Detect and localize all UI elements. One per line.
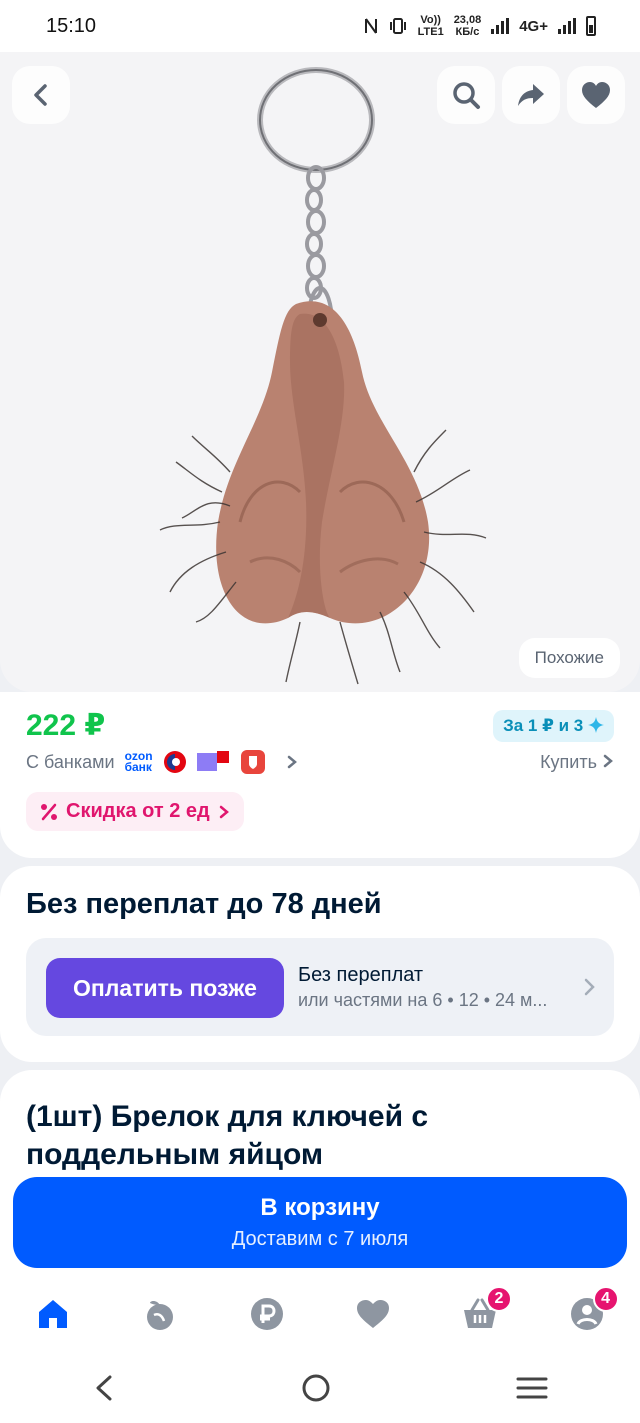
network-type: 4G+ [519, 17, 548, 35]
back-button[interactable] [12, 66, 70, 124]
product-gallery[interactable]: Похожие [0, 52, 640, 692]
fresh-icon [146, 1301, 173, 1330]
status-icons: Vo)) LTE1 23,08 КБ/с 4G+ [364, 14, 596, 38]
home-icon [39, 1300, 68, 1328]
profile-badge: 4 [592, 1286, 619, 1312]
system-menu-icon[interactable] [516, 1375, 548, 1401]
volte-indicator: Vo)) LTE1 [417, 14, 444, 38]
chevron-right-icon [603, 754, 613, 768]
cart-button-label: В корзину [260, 1194, 380, 1221]
nav-cart[interactable]: 2 [456, 1286, 512, 1338]
delivery-date: Доставим с 7 июля [231, 1228, 409, 1250]
installment-line2: или частями на 6 • 12 • 24 м... [298, 990, 548, 1010]
favorites-icon [357, 1300, 390, 1328]
heart-icon [582, 82, 610, 108]
status-bar: 15:10 Vo)) LTE1 23,08 КБ/с 4G+ [0, 0, 640, 52]
bank-shield-icon [240, 750, 265, 774]
installment-card: Без переплат до 78 дней Оплатить позже Б… [0, 866, 640, 1062]
chevron-right-icon [287, 755, 297, 769]
installment-line1: Без переплат [298, 964, 424, 986]
signal-icon [491, 18, 510, 34]
status-time: 15:10 [46, 14, 97, 37]
search-button[interactable] [437, 66, 495, 124]
nfc-icon [364, 18, 377, 34]
ruble-icon [250, 1298, 283, 1330]
product-image[interactable] [0, 52, 640, 692]
sparkle-icon [588, 717, 604, 733]
similar-button[interactable]: Похожие [518, 638, 620, 678]
system-home-icon[interactable] [301, 1373, 331, 1403]
share-icon [518, 84, 544, 106]
nav-fresh[interactable] [136, 1290, 184, 1338]
favorite-button[interactable] [567, 66, 625, 124]
signal-icon-2 [558, 18, 576, 34]
nav-favorites[interactable] [349, 1290, 397, 1338]
pay-later-button[interactable]: Оплатить позже [46, 958, 284, 1018]
installment-title: Без переплат до 78 дней [26, 888, 382, 920]
banks-label: С банками [26, 751, 115, 772]
points-chip[interactable]: За 1 ₽ и 3 [493, 710, 614, 742]
search-icon [453, 82, 480, 109]
installment-block[interactable]: Оплатить позже Без переплат или частями … [26, 938, 614, 1036]
battery-icon [586, 16, 596, 36]
product-title: (1шт) Брелок для ключей с поддельным яйц… [26, 1100, 429, 1171]
back-icon [34, 84, 47, 106]
bank-logo-icon [163, 751, 186, 773]
chevron-right-icon [219, 805, 229, 818]
discount-chip[interactable]: Скидка от 2 ед [26, 792, 244, 831]
nav-home[interactable] [29, 1290, 77, 1338]
bank-flag-icon [196, 751, 229, 771]
ozon-bank-logo: ozon банк [124, 749, 153, 774]
system-back-icon[interactable] [92, 1373, 116, 1403]
banks-row[interactable]: С банками ozon банк [26, 750, 299, 774]
buy-link[interactable]: Купить [540, 752, 614, 773]
percent-icon [41, 803, 57, 820]
add-to-cart-button[interactable]: В корзину Доставим с 7 июля [13, 1177, 627, 1268]
chevron-right-icon [584, 978, 595, 996]
nav-finance[interactable] [243, 1290, 291, 1338]
data-rate: 23,08 КБ/с [453, 14, 482, 38]
price: 222 ₽ [26, 709, 106, 742]
share-button[interactable] [502, 66, 560, 124]
price-card: 222 ₽ За 1 ₽ и 3 С банками ozon банк Куп… [0, 692, 640, 858]
bottom-nav: 2 4 [0, 1276, 640, 1352]
cart-badge: 2 [485, 1286, 512, 1312]
system-nav [0, 1352, 640, 1423]
nav-profile[interactable]: 4 [563, 1286, 619, 1338]
vibrate-icon [389, 18, 406, 34]
